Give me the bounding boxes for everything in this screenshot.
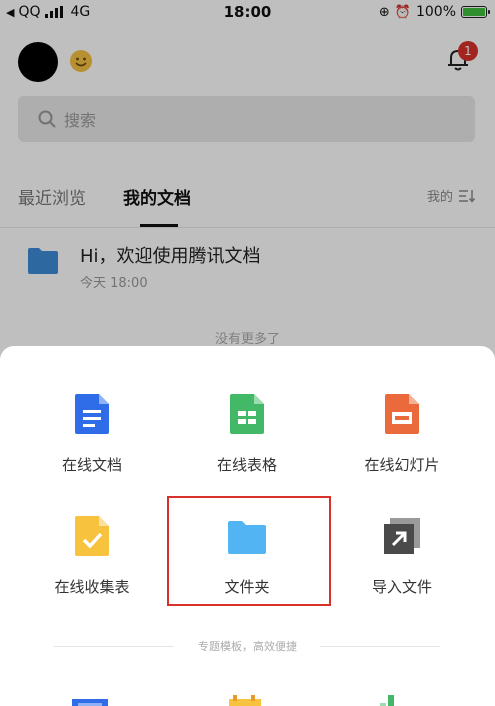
slide-icon <box>385 394 419 434</box>
create-bottom-sheet: 在线文档 在线表格 在线幻灯片 在线收集表 文件夹 导入文件 专题模板，高效便捷 <box>0 346 495 706</box>
create-online-slide-button[interactable]: 在线幻灯片 <box>322 374 482 484</box>
doc-icon <box>72 699 108 706</box>
form-icon <box>75 516 109 556</box>
folder-highlight-box <box>167 496 331 606</box>
create-online-doc-button[interactable]: 在线文档 <box>12 374 172 484</box>
chart-icon <box>380 695 394 706</box>
create-item-label: 在线幻灯片 <box>364 456 440 474</box>
calendar-icon <box>229 695 261 706</box>
template-doc-icon[interactable] <box>72 694 108 706</box>
doc-icon <box>75 394 109 434</box>
sheet-icon <box>230 394 264 434</box>
template-calendar-icon[interactable] <box>229 694 265 706</box>
template-divider: 专题模板，高效便捷 <box>0 636 495 656</box>
divider-line-right <box>320 646 440 647</box>
import-file-button[interactable]: 导入文件 <box>322 496 482 606</box>
create-item-label: 在线收集表 <box>54 578 130 596</box>
create-online-sheet-button[interactable]: 在线表格 <box>167 374 327 484</box>
import-icon <box>384 518 420 554</box>
create-item-label: 在线表格 <box>216 456 277 474</box>
create-online-form-button[interactable]: 在线收集表 <box>12 496 172 606</box>
create-item-label: 导入文件 <box>371 578 432 596</box>
create-item-label: 在线文档 <box>61 456 122 474</box>
template-chart-icon[interactable] <box>380 694 416 706</box>
